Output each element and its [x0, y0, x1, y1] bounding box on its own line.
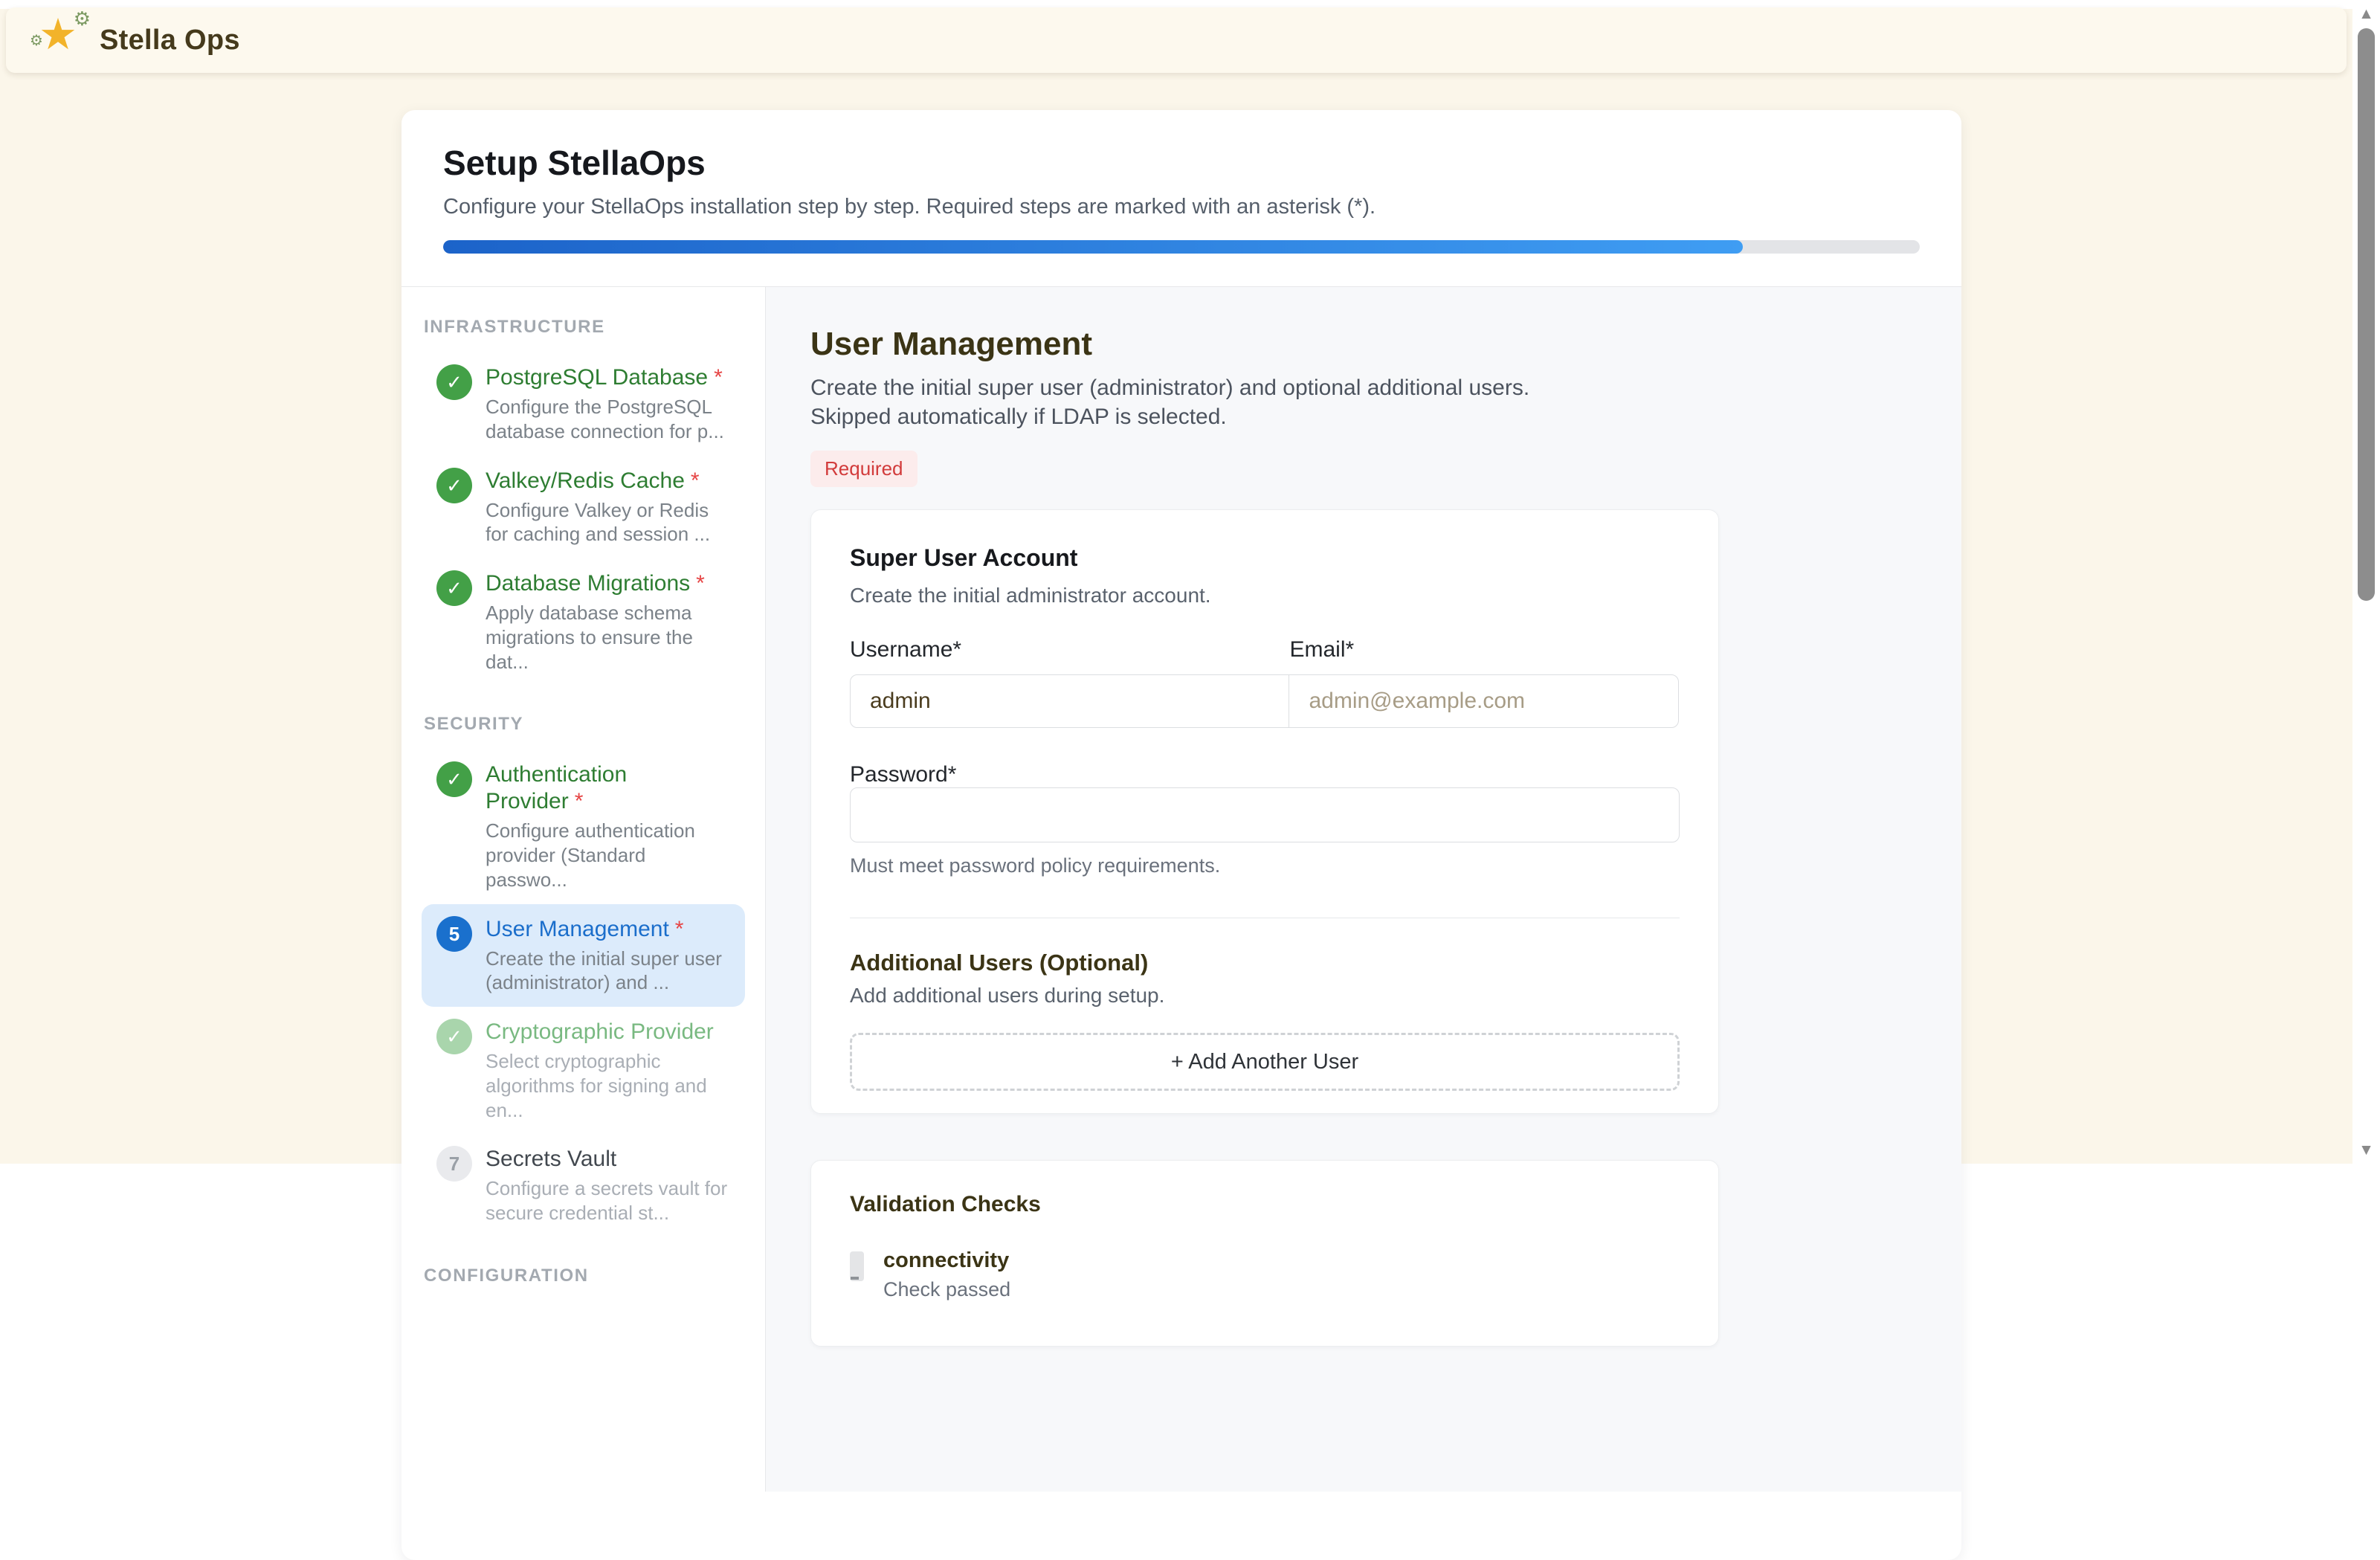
scrollbar-up-arrow-icon[interactable]: ▲: [2352, 6, 2380, 22]
step-description: Configure the PostgreSQL database connec…: [486, 395, 730, 444]
section-label: CONFIGURATION: [424, 1266, 743, 1286]
wizard-header: Setup StellaOps Configure your StellaOps…: [401, 110, 1961, 287]
sidebar-item-authentication-provider[interactable]: ✓ Authentication Provider* Configure aut…: [422, 750, 745, 903]
step-check-icon: ✓: [436, 468, 472, 503]
stella-ops-logo[interactable]: ★ ⚙ ⚙: [39, 16, 86, 64]
gear-icon: ⚙: [30, 31, 43, 50]
page-subtitle: Configure your StellaOps installation st…: [443, 195, 1920, 219]
required-asterisk: *: [575, 789, 584, 813]
step-title: Valkey/Redis Cache*: [486, 468, 730, 494]
required-asterisk: *: [691, 468, 700, 493]
email-label: Email*: [1289, 637, 1680, 663]
sidebar-item-cryptographic-provider[interactable]: ✓ Cryptographic Provider Select cryptogr…: [422, 1007, 745, 1134]
section-label: INFRASTRUCTURE: [424, 317, 743, 338]
app-top-bar: ★ ⚙ ⚙ Stella Ops: [6, 7, 2347, 73]
username-input[interactable]: [850, 674, 1289, 728]
additional-users-title: Additional Users (Optional): [850, 950, 1680, 976]
add-another-user-button[interactable]: + Add Another User: [850, 1033, 1680, 1091]
password-label: Password*: [850, 762, 956, 787]
scrollbar-thumb[interactable]: [2358, 28, 2375, 601]
email-input[interactable]: [1289, 674, 1679, 728]
page-scrollbar[interactable]: ▲ ▼: [2352, 0, 2380, 1164]
setup-progress-fill: [443, 240, 1743, 254]
step-heading: User Management: [810, 326, 1920, 363]
validation-checks-title: Validation Checks: [850, 1192, 1680, 1217]
step-title: Cryptographic Provider: [486, 1019, 730, 1045]
section-label: SECURITY: [424, 714, 743, 735]
step-description: Configure a secrets vault for secure cre…: [486, 1176, 730, 1225]
step-content-area: User Management Create the initial super…: [766, 287, 1961, 1492]
validation-check-row: connectivity Check passed: [850, 1248, 1680, 1301]
gear-icon: ⚙: [74, 7, 91, 30]
super-user-account-panel: Super User Account Create the initial ad…: [810, 509, 1719, 1114]
step-check-icon: ✓: [436, 364, 472, 400]
sidebar-section-security: SECURITY ✓ Authentication Provider* Conf…: [422, 714, 745, 1237]
step-description: Configure Valkey or Redis for caching an…: [486, 498, 730, 547]
step-number-badge: 7: [436, 1146, 472, 1182]
star-icon: ★: [39, 9, 77, 59]
check-status-text: Check passed: [883, 1278, 1010, 1301]
sidebar-item-postgresql-database[interactable]: ✓ PostgreSQL Database* Configure the Pos…: [422, 352, 745, 456]
sidebar-section-configuration: CONFIGURATION: [422, 1266, 745, 1286]
step-title: Database Migrations*: [486, 570, 730, 597]
panel-subtitle: Create the initial administrator account…: [850, 584, 1680, 607]
scrollbar-down-arrow-icon[interactable]: ▼: [2352, 1142, 2380, 1158]
required-asterisk: *: [696, 571, 705, 596]
username-email-row: Username* Email*: [850, 637, 1680, 728]
step-description: Select cryptographic algorithms for sign…: [486, 1049, 730, 1122]
step-description: Apply database schema migrations to ensu…: [486, 601, 730, 674]
step-check-icon: ✓: [436, 570, 472, 606]
steps-sidebar: INFRASTRUCTURE ✓ PostgreSQL Database* Co…: [401, 287, 766, 1492]
sidebar-item-valkey-redis-cache[interactable]: ✓ Valkey/Redis Cache* Configure Valkey o…: [422, 456, 745, 559]
password-input[interactable]: [850, 787, 1680, 842]
step-description: Create the initial super user (administr…: [486, 947, 730, 996]
password-field-group: Password* Must meet password policy requ…: [850, 762, 1680, 877]
step-check-icon: ✓: [436, 761, 472, 797]
sidebar-item-database-migrations[interactable]: ✓ Database Migrations* Apply database sc…: [422, 558, 745, 686]
step-title: Authentication Provider*: [486, 761, 730, 815]
page-title: Setup StellaOps: [443, 143, 1920, 183]
setup-wizard-card: Setup StellaOps Configure your StellaOps…: [401, 110, 1961, 1560]
step-description: Configure authentication provider (Stand…: [486, 819, 730, 892]
check-status-icon: [850, 1251, 864, 1281]
panel-title: Super User Account: [850, 544, 1680, 572]
step-title: PostgreSQL Database*: [486, 364, 730, 391]
sidebar-item-secrets-vault[interactable]: 7 Secrets Vault Configure a secrets vaul…: [422, 1134, 745, 1237]
step-number-badge: 5: [436, 916, 472, 952]
sidebar-section-infrastructure: INFRASTRUCTURE ✓ PostgreSQL Database* Co…: [422, 317, 745, 686]
step-description-text: Create the initial super user (administr…: [810, 373, 1613, 431]
brand-title: Stella Ops: [100, 25, 240, 57]
required-asterisk: *: [675, 917, 684, 941]
username-field-group: Username*: [850, 637, 1289, 728]
required-badge: Required: [810, 451, 918, 487]
password-help-text: Must meet password policy requirements.: [850, 854, 1680, 877]
setup-progress-bar: [443, 240, 1920, 254]
sidebar-item-user-management[interactable]: 5 User Management* Create the initial su…: [422, 904, 745, 1008]
additional-users-subtitle: Add additional users during setup.: [850, 984, 1680, 1008]
check-name: connectivity: [883, 1248, 1010, 1273]
username-label: Username*: [850, 637, 1289, 663]
validation-checks-panel: Validation Checks connectivity Check pas…: [810, 1160, 1719, 1347]
required-asterisk: *: [714, 365, 723, 390]
step-check-icon: ✓: [436, 1019, 472, 1054]
email-field-group: Email*: [1289, 637, 1680, 728]
step-title: Secrets Vault: [486, 1146, 730, 1173]
step-title: User Management*: [486, 916, 730, 943]
